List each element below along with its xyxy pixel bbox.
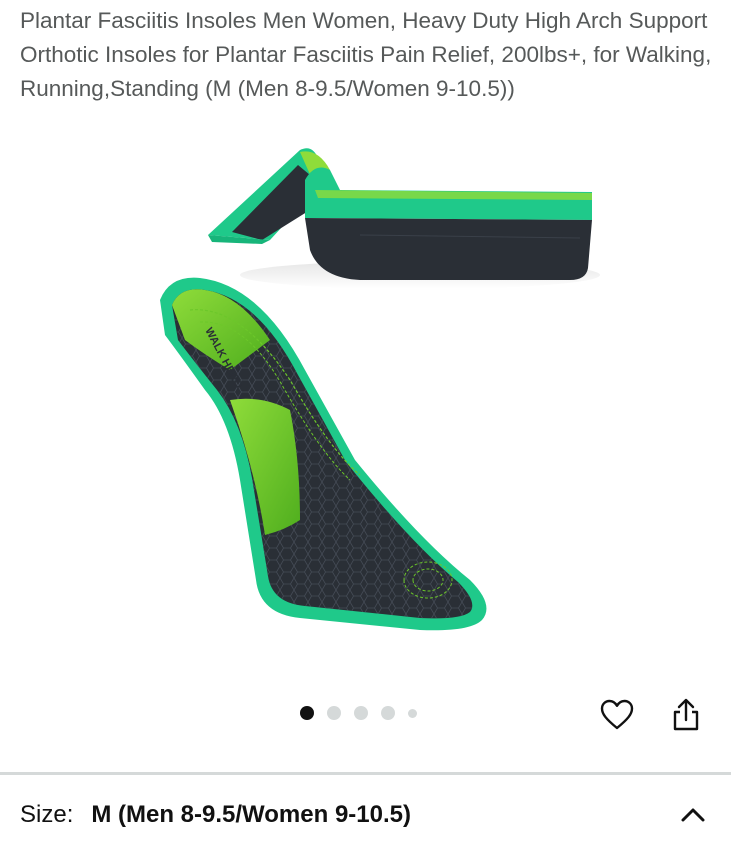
- size-selector[interactable]: Size: M (Men 8-9.5/Women 9-10.5): [20, 790, 710, 840]
- gallery-dot-3[interactable]: [354, 706, 368, 720]
- gallery-dot-4[interactable]: [381, 706, 395, 720]
- share-icon: [673, 698, 699, 731]
- insole-product-image: WALK HERO: [160, 148, 600, 631]
- size-label: Size:: [20, 801, 74, 828]
- gallery-dot-5[interactable]: [408, 708, 417, 718]
- selected-size-value: M (Men 8-9.5/Women 9-10.5): [91, 801, 411, 828]
- product-title: Plantar Fasciitis Insoles Men Women, Hea…: [20, 8, 712, 101]
- product-image-gallery[interactable]: WALK HERO: [0, 140, 731, 690]
- share-button[interactable]: [667, 696, 705, 734]
- heart-icon: [600, 699, 634, 730]
- gallery-pagination: [300, 706, 417, 720]
- chevron-up-icon[interactable]: [676, 798, 710, 832]
- section-divider: [0, 772, 731, 775]
- gallery-dot-1[interactable]: [300, 706, 314, 720]
- wishlist-button[interactable]: [598, 696, 636, 734]
- gallery-dot-2[interactable]: [327, 706, 341, 720]
